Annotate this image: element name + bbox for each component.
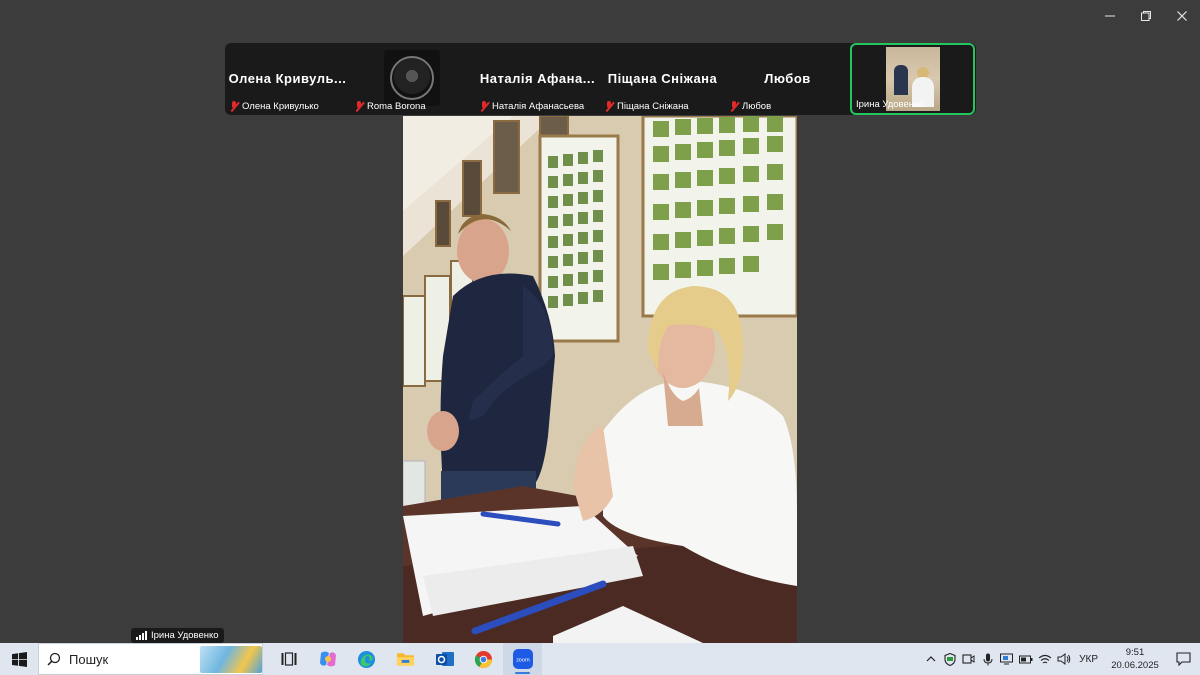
show-hidden-icons-button[interactable] xyxy=(921,643,940,675)
search-icon xyxy=(47,652,61,666)
zoom-button[interactable]: zoom xyxy=(503,643,542,675)
speaker-icon xyxy=(1057,653,1070,665)
task-view-button[interactable] xyxy=(269,643,308,675)
video-frame xyxy=(403,116,797,643)
wifi-icon xyxy=(1038,654,1051,663)
mic-off-icon xyxy=(229,101,239,112)
participant-strip: Олена Кривуль... Олена Кривулько Roma Bo… xyxy=(225,43,976,115)
edge-icon xyxy=(357,650,376,668)
minimize-icon xyxy=(1105,15,1115,17)
battery-tray-button[interactable] xyxy=(1016,643,1035,675)
microphone-icon xyxy=(983,653,993,665)
copilot-icon xyxy=(319,651,336,667)
camera-tray-button[interactable] xyxy=(959,643,978,675)
clock-time: 9:51 xyxy=(1125,647,1145,658)
microphone-tray-button[interactable] xyxy=(978,643,997,675)
participant-display-name: Любов xyxy=(764,71,811,86)
notifications-button[interactable] xyxy=(1166,643,1200,675)
avatar-logo-icon xyxy=(390,56,434,100)
mic-off-icon xyxy=(604,101,614,112)
copilot-button[interactable] xyxy=(308,643,347,675)
file-explorer-button[interactable] xyxy=(386,643,425,675)
shield-icon xyxy=(944,652,956,666)
mic-off-icon xyxy=(354,101,364,112)
task-view-icon xyxy=(281,652,296,666)
security-tray-button[interactable] xyxy=(940,643,959,675)
avatar xyxy=(384,50,440,106)
participant-tile-active[interactable]: Ірина Удовенко xyxy=(850,43,975,115)
participant-label: Любов xyxy=(729,101,771,112)
participant-label: Олена Кривулько xyxy=(229,101,319,112)
windows-logo-icon xyxy=(11,651,27,667)
mic-off-icon xyxy=(729,101,739,112)
signal-strength-icon xyxy=(136,631,147,640)
active-speaker-name: Ірина Удовенко xyxy=(151,630,219,641)
language-indicator[interactable]: УКР xyxy=(1073,654,1104,665)
participant-label-text: Піщана Сніжана xyxy=(617,101,689,112)
participant-label: Ірина Удовенко xyxy=(856,99,924,110)
file-explorer-icon xyxy=(396,653,415,666)
zoom-icon: zoom xyxy=(512,649,533,669)
restore-icon xyxy=(1141,11,1151,21)
search-highlight-image xyxy=(200,646,262,673)
participant-label: Roma Borona xyxy=(354,101,426,112)
participant-label-text: Ірина Удовенко xyxy=(856,99,924,110)
participant-label-text: Любов xyxy=(742,101,772,112)
chevron-up-icon xyxy=(926,656,936,662)
participant-label-text: Наталія Афанасьева xyxy=(492,101,585,112)
participant-label-text: Олена Кривулько xyxy=(242,101,319,112)
svg-text:zoom: zoom xyxy=(516,658,530,664)
close-button[interactable] xyxy=(1164,0,1200,32)
notification-icon xyxy=(1175,652,1191,666)
search-placeholder: Пошук xyxy=(69,651,109,667)
restore-button[interactable] xyxy=(1128,0,1164,32)
camera-icon xyxy=(962,654,975,664)
close-icon xyxy=(1177,11,1187,21)
mic-off-icon xyxy=(479,101,489,112)
participant-label: Наталія Афанасьева xyxy=(479,101,584,112)
taskbar: Пошук zoom УКР 9:51 20.06.2025 xyxy=(0,643,1200,675)
participant-tile[interactable]: Піщана Сніжана Піщана Сніжана xyxy=(600,43,725,115)
participant-tile[interactable]: Любов Любов xyxy=(725,43,850,115)
screen-share-icon xyxy=(1000,653,1014,665)
participant-tile[interactable]: Roma Borona xyxy=(350,43,475,115)
minimize-button[interactable] xyxy=(1092,0,1128,32)
chrome-icon xyxy=(474,650,493,668)
outlook-icon xyxy=(435,652,454,666)
clock-date: 20.06.2025 xyxy=(1111,660,1159,671)
battery-icon xyxy=(1018,655,1033,664)
participant-label: Піщана Сніжана xyxy=(604,101,689,112)
participant-tile[interactable]: Наталія Афана... Наталія Афанасьева xyxy=(475,43,600,115)
main-video[interactable] xyxy=(403,116,797,643)
participant-tile[interactable]: Олена Кривуль... Олена Кривулько xyxy=(225,43,350,115)
participant-display-name: Олена Кривуль... xyxy=(228,71,347,86)
taskbar-search[interactable]: Пошук xyxy=(38,643,263,675)
chrome-button[interactable] xyxy=(464,643,503,675)
taskbar-apps: zoom xyxy=(269,643,542,675)
outlook-button[interactable] xyxy=(425,643,464,675)
start-button[interactable] xyxy=(0,643,38,675)
participant-label-text: Roma Borona xyxy=(367,101,426,112)
participant-display-name: Піщана Сніжана xyxy=(607,71,718,86)
active-speaker-label: Ірина Удовенко xyxy=(131,628,224,643)
edge-button[interactable] xyxy=(347,643,386,675)
wifi-tray-button[interactable] xyxy=(1035,643,1054,675)
system-tray: УКР 9:51 20.06.2025 xyxy=(921,643,1200,675)
window-controls xyxy=(1092,0,1200,32)
participant-display-name: Наталія Афана... xyxy=(479,71,596,86)
volume-tray-button[interactable] xyxy=(1054,643,1073,675)
meet-now-tray-button[interactable] xyxy=(997,643,1016,675)
clock[interactable]: 9:51 20.06.2025 xyxy=(1104,646,1166,672)
